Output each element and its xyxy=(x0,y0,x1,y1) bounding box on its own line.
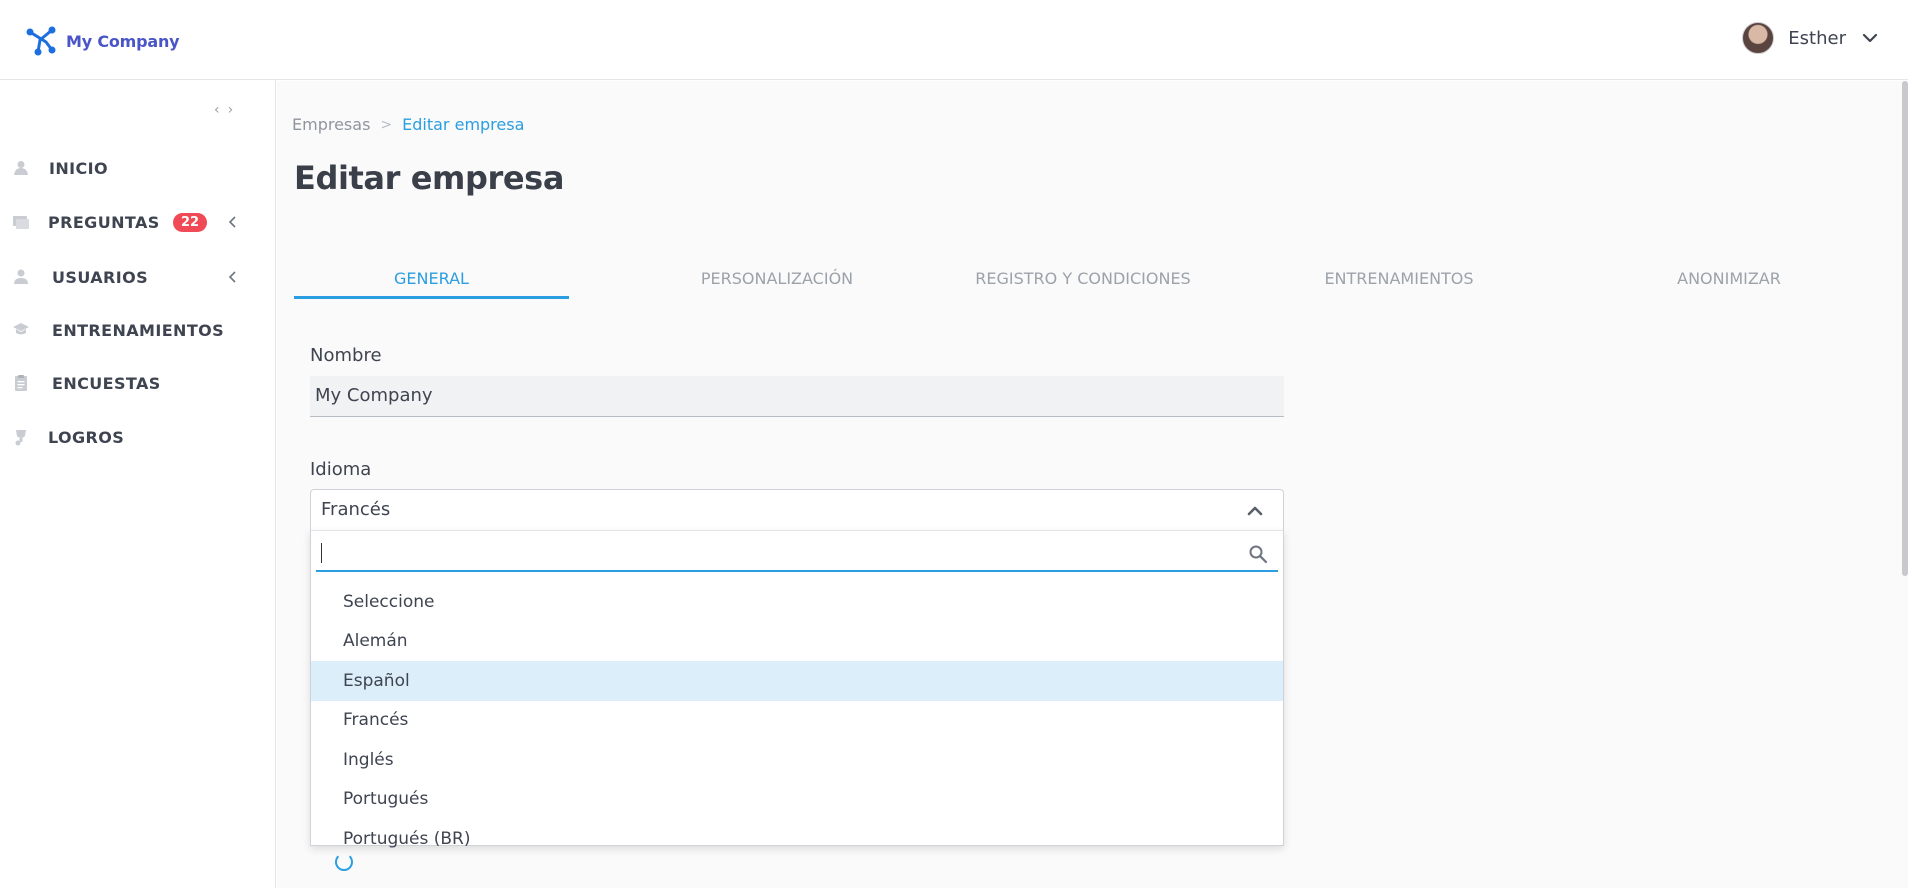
sidebar-item-label: INICIO xyxy=(49,158,108,178)
dropdown-option[interactable]: Seleccione xyxy=(311,582,1283,622)
home-icon xyxy=(14,161,28,175)
breadcrumb-current: Editar empresa xyxy=(402,115,525,134)
language-dropdown: Seleccione Alemán Español Francés Inglés… xyxy=(310,530,1284,849)
dropdown-search[interactable] xyxy=(316,534,1278,572)
company-logo[interactable]: My Company xyxy=(24,24,180,58)
page-title: Editar empresa xyxy=(294,159,565,197)
name-field-label: Nombre xyxy=(310,345,382,366)
sidebar-item-label: ENTRENAMIENTOS xyxy=(52,320,225,340)
tab-personalizacion[interactable]: PERSONALIZACIÓN xyxy=(661,261,893,299)
dropdown-options: Seleccione Alemán Español Francés Inglés… xyxy=(311,582,1283,859)
name-field[interactable]: My Company xyxy=(310,376,1284,417)
notification-badge: 22 xyxy=(173,212,208,232)
sidebar-item-preguntas[interactable]: PREGUNTAS 22 xyxy=(0,202,276,242)
dropdown-option-highlighted[interactable]: Español xyxy=(311,661,1283,701)
chevron-right-icon[interactable]: › xyxy=(228,102,234,118)
avatar[interactable] xyxy=(1742,22,1775,54)
sidebar-item-label: USUARIOS xyxy=(52,267,148,287)
graduation-cap-icon xyxy=(13,323,29,335)
breadcrumb-parent[interactable]: Empresas xyxy=(292,115,370,134)
chevron-up-icon[interactable] xyxy=(1245,502,1265,520)
tab-anonimizar[interactable]: ANONIMIZAR xyxy=(1649,261,1809,299)
language-select[interactable]: Francés xyxy=(310,489,1284,531)
tab-entrenamientos[interactable]: ENTRENAMIENTOS xyxy=(1299,261,1499,299)
sidebar-item-entrenamientos[interactable]: ENTRENAMIENTOS xyxy=(0,310,276,350)
main-content: Empresas > Editar empresa Editar empresa… xyxy=(277,81,1908,888)
user-name[interactable]: Esther xyxy=(1788,28,1846,49)
tab-bar: GENERAL PERSONALIZACIÓN REGISTRO Y CONDI… xyxy=(294,261,1902,299)
chevron-left-icon[interactable] xyxy=(226,270,240,284)
user-menu[interactable]: Esther xyxy=(1742,22,1880,54)
user-icon xyxy=(14,269,28,284)
sidebar-item-usuarios[interactable]: USUARIOS xyxy=(0,257,276,297)
search-icon[interactable] xyxy=(1248,544,1268,564)
trophy-icon xyxy=(15,430,26,446)
top-bar: My Company Esther xyxy=(0,0,1908,80)
sidebar-item-label: ENCUESTAS xyxy=(52,373,161,393)
logo-icon xyxy=(26,26,56,56)
language-select-value[interactable]: Francés xyxy=(321,499,390,520)
breadcrumb: Empresas > Editar empresa xyxy=(292,115,524,134)
sidebar-item-logros[interactable]: LOGROS xyxy=(0,417,276,457)
sidebar: ‹ › INICIO PREGUNTAS 22 USUARIOS ENTRENA… xyxy=(0,80,276,888)
dropdown-search-input[interactable] xyxy=(318,537,1218,567)
sidebar-collapse-toggle[interactable]: ‹ › xyxy=(214,102,233,118)
sidebar-item-inicio[interactable]: INICIO xyxy=(0,148,276,188)
company-name: My Company xyxy=(66,31,180,51)
chevron-left-icon[interactable] xyxy=(226,215,240,229)
sidebar-item-label: PREGUNTAS xyxy=(48,212,160,232)
dropdown-option[interactable]: Francés xyxy=(311,701,1283,741)
chevron-left-icon[interactable]: ‹ xyxy=(214,102,220,118)
language-field-label: Idioma xyxy=(310,459,372,480)
dropdown-option[interactable]: Inglés xyxy=(311,740,1283,780)
sidebar-item-encuestas[interactable]: ENCUESTAS xyxy=(0,363,276,403)
sidebar-item-label: LOGROS xyxy=(48,427,125,447)
tab-registro-condiciones[interactable]: REGISTRO Y CONDICIONES xyxy=(944,261,1222,299)
clipboard-icon xyxy=(15,375,27,391)
chevron-down-icon[interactable] xyxy=(1860,28,1880,48)
tab-general[interactable]: GENERAL xyxy=(294,261,569,299)
page-scrollbar[interactable] xyxy=(1902,81,1908,576)
dropdown-option[interactable]: Alemán xyxy=(311,622,1283,662)
chat-icon xyxy=(13,216,29,229)
dropdown-option[interactable]: Portugués (BR) xyxy=(311,819,1283,859)
dropdown-option[interactable]: Portugués xyxy=(311,780,1283,820)
chevron-right-icon: > xyxy=(380,116,393,133)
